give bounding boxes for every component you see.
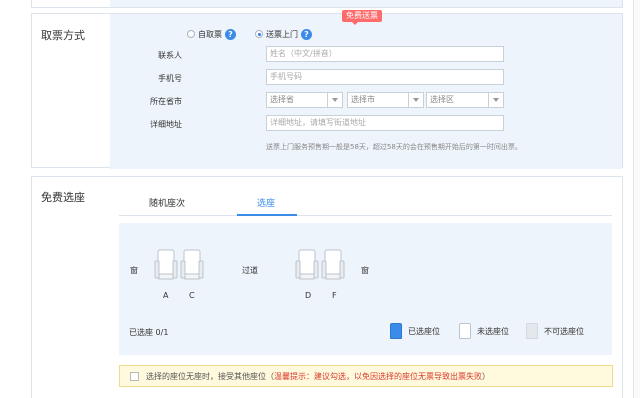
seat-a-letter: A: [163, 291, 169, 300]
seat-tabs: 随机座次 选座: [119, 194, 612, 216]
accept-other-seats-checkbox[interactable]: [130, 371, 139, 381]
selected-seat-icon: [390, 323, 402, 339]
delivery-help-icon[interactable]: ?: [301, 28, 312, 40]
legend-unavailable-label: 不可选座位: [544, 326, 584, 336]
city-select-text: 选择市: [351, 95, 375, 104]
phone-label: 手机号: [158, 74, 182, 83]
legend-selected-label: 已选座位: [408, 326, 440, 336]
seat-selection-title: 免费选座: [41, 191, 85, 204]
self-help-icon[interactable]: ?: [225, 28, 236, 40]
address-input[interactable]: 详细地址，请填写街道地址: [266, 115, 504, 131]
free-delivery-badge: 免费送票: [342, 10, 382, 25]
seat-map-panel: 窗 A C 过道 D F 窗 已选座 0/1 已选座位 未选座位 不可选座位: [119, 223, 612, 355]
city-chevron-down-icon[interactable]: [408, 93, 423, 107]
radio-self-label: 自取票: [198, 29, 222, 39]
page: 取票方式 自取票 ? 送票上门 ? 免费送票 联系人 姓名（中文/拼音） 手机号…: [0, 0, 640, 398]
window-right-label: 窗: [361, 266, 369, 275]
accept-other-seats-tip: 温馨提示：建议勾选，以免因选择的座位无票导致出票失败: [274, 371, 482, 381]
city-select[interactable]: 选择市: [347, 92, 424, 108]
seat-selection-section: 免费选座 随机座次 选座 窗 A C 过道 D F 窗 已选座 0/1 已选座位…: [31, 176, 623, 398]
ticket-method-title: 取票方式: [41, 29, 85, 42]
accept-other-seats-text: 选择的座位无座时，接受其他座位（: [146, 371, 274, 381]
tab-choose-seat[interactable]: 选座: [257, 196, 275, 209]
contact-input[interactable]: 姓名（中文/拼音）: [266, 46, 504, 62]
district-chevron-down-icon[interactable]: [488, 93, 503, 107]
seat-d-letter: D: [305, 291, 312, 300]
radio-delivery-label: 送票上门: [266, 29, 298, 39]
unavailable-seat-icon: [526, 323, 538, 339]
seat-c[interactable]: [180, 249, 204, 281]
legend-unavailable: 不可选座位: [526, 323, 584, 339]
seat-a[interactable]: [154, 249, 178, 281]
legend-selected: 已选座位: [390, 323, 440, 339]
region-label: 所在省市: [150, 97, 182, 106]
province-select-text: 选择省: [270, 95, 294, 104]
radio-delivery-dot[interactable]: [255, 30, 263, 38]
tab-random-seat[interactable]: 随机座次: [149, 196, 185, 209]
aisle-label: 过道: [242, 266, 258, 275]
ticket-method-panel: 自取票 ? 送票上门 ? 免费送票 联系人 姓名（中文/拼音） 手机号 手机号码…: [110, 10, 622, 169]
province-select[interactable]: 选择省: [266, 92, 343, 108]
delivery-note: 送票上门服务预售期一般是58天，超过58天的会在预售期开始后的第一时间出票。: [266, 143, 522, 151]
window-left-label: 窗: [130, 266, 138, 275]
address-label: 详细地址: [150, 120, 182, 129]
legend-available-label: 未选座位: [477, 326, 509, 336]
seat-f-letter: F: [332, 291, 337, 300]
legend-available: 未选座位: [459, 323, 509, 339]
radio-self-dot[interactable]: [187, 30, 195, 38]
seat-f[interactable]: [321, 249, 345, 281]
selected-count: 已选座 0/1: [129, 328, 169, 337]
radio-delivery[interactable]: 送票上门 ?: [255, 27, 312, 41]
radio-self-pickup[interactable]: 自取票 ?: [187, 27, 236, 41]
active-tab-indicator: [237, 214, 297, 216]
accept-other-seats-notice: 选择的座位无座时，接受其他座位（ 温馨提示：建议勾选，以免因选择的座位无票导致出…: [119, 365, 613, 387]
ticket-method-section: 取票方式 自取票 ? 送票上门 ? 免费送票 联系人 姓名（中文/拼音） 手机号…: [31, 10, 623, 169]
district-select-text: 选择区: [430, 95, 454, 104]
district-select[interactable]: 选择区: [426, 92, 504, 108]
seat-d[interactable]: [295, 249, 319, 281]
available-seat-icon: [459, 323, 471, 339]
province-chevron-down-icon[interactable]: [327, 93, 342, 107]
contact-label: 联系人: [158, 51, 182, 60]
accept-other-seats-end: ）: [482, 371, 490, 381]
seat-c-letter: C: [189, 291, 195, 300]
previous-section-edge: [31, 0, 623, 8]
phone-input[interactable]: 手机号码: [266, 69, 504, 85]
scrollbar-rail[interactable]: [633, 0, 640, 398]
